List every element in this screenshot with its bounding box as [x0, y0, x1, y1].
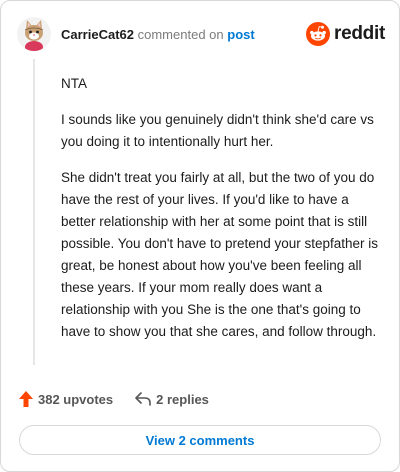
upvote-arrow-icon	[19, 391, 33, 407]
upvote-count: 382 upvotes	[38, 391, 114, 407]
replies-button[interactable]: 2 replies	[135, 392, 209, 407]
comment-header: CarrieCat62 commented on post reddit	[17, 15, 385, 53]
snoo-cat-avatar-icon	[17, 17, 51, 51]
replies-count: 2 replies	[156, 391, 209, 407]
reddit-logo[interactable]: reddit	[306, 22, 385, 46]
post-link[interactable]: post	[227, 27, 254, 42]
brand-wordmark: reddit	[334, 23, 385, 44]
action-text: commented on	[137, 26, 224, 42]
comment-paragraph: I sounds like you genuinely didn't think…	[61, 112, 374, 149]
comment-paragraph: She didn't treat you fairly at all, but …	[61, 170, 379, 339]
comment-meta: CarrieCat62 commented on post	[61, 27, 255, 42]
reddit-snoo-icon	[306, 22, 331, 46]
reply-arrow-icon	[135, 392, 151, 406]
comment-paragraph: NTA	[61, 76, 87, 91]
user-avatar[interactable]	[17, 17, 51, 51]
comment-card: CarrieCat62 commented on post reddit NTA…	[0, 0, 400, 472]
comment-actions: 382 upvotes 2 replies	[19, 387, 231, 411]
comment-body: NTA I sounds like you genuinely didn't t…	[61, 73, 383, 357]
username-link[interactable]: CarrieCat62	[61, 27, 134, 42]
view-comments-button[interactable]: View 2 comments	[19, 425, 381, 455]
thread-line[interactable]	[33, 59, 35, 365]
upvote-button[interactable]: 382 upvotes	[19, 391, 113, 407]
